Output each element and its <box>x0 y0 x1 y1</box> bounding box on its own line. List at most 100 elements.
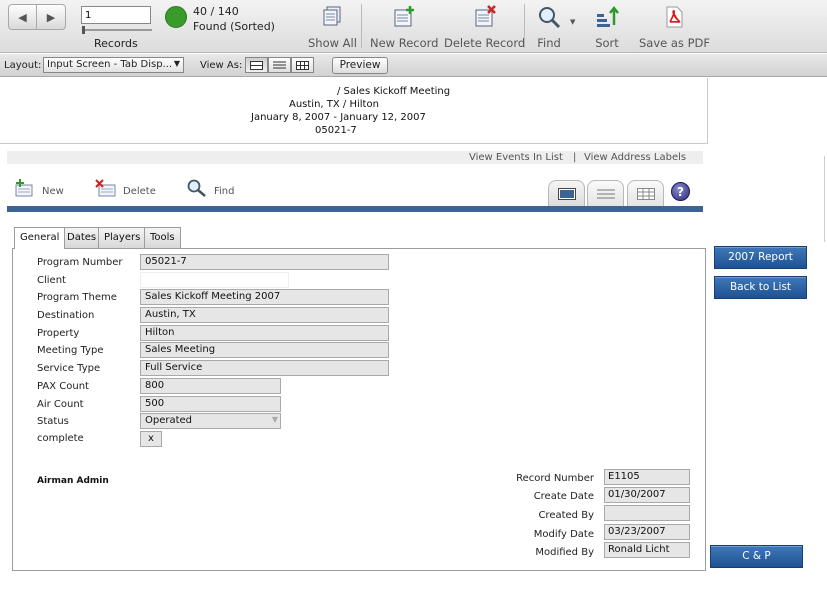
program-theme-field[interactable]: Sales Kickoff Meeting 2007 <box>140 289 389 305</box>
found-pie-icon <box>165 6 187 28</box>
table-view-icon <box>636 187 655 200</box>
magnifier-icon <box>187 179 206 197</box>
layout-dropdown[interactable]: Input Screen - Tab Disp... ▼ <box>43 57 184 73</box>
tab-players[interactable]: Players <box>98 227 147 248</box>
tab-dates[interactable]: Dates <box>61 227 103 248</box>
view-as-label: View As: <box>200 60 243 71</box>
service-type-label: Service Type <box>37 363 101 374</box>
view-as-table-button[interactable] <box>291 57 314 73</box>
new-action-button[interactable]: New <box>14 179 64 197</box>
find-button[interactable]: Find <box>536 4 562 50</box>
client-field[interactable] <box>140 272 289 288</box>
form-view-icon <box>557 187 576 200</box>
status-toolbar: ◀ ▶ Records 40 / 140 Found (Sorted) Show… <box>0 0 827 53</box>
window-edge-divider <box>824 156 825 242</box>
client-label: Client <box>37 275 66 286</box>
report-2007-button[interactable]: 2007 Report <box>714 246 807 269</box>
meeting-type-label: Meeting Type <box>37 345 104 356</box>
table-view-tab[interactable] <box>627 180 664 206</box>
modify-date-field[interactable]: 03/23/2007 <box>604 524 690 540</box>
show-all-button[interactable]: Show All <box>308 4 357 50</box>
record-slider-handle[interactable] <box>82 26 85 34</box>
tab-tools[interactable]: Tools <box>144 227 181 248</box>
view-as-form-button[interactable] <box>245 57 268 73</box>
current-record-input[interactable] <box>81 6 151 24</box>
program-theme-label: Program Theme <box>37 292 117 303</box>
delete-record-icon <box>472 4 498 30</box>
modify-date-label: Modify Date <box>533 529 594 540</box>
back-to-list-button[interactable]: Back to List <box>714 276 807 299</box>
save-as-pdf-button[interactable]: Save as PDF <box>639 4 710 50</box>
view-as-list-button[interactable] <box>268 57 291 73</box>
property-field[interactable]: Hilton <box>140 325 389 341</box>
found-sorted-label: Found (Sorted) <box>193 20 275 33</box>
summary-location: Austin, TX / Hilton <box>289 99 379 110</box>
delete-record-button[interactable]: Delete Record <box>444 4 525 50</box>
record-number-label: Record Number <box>516 473 594 484</box>
previous-record-button[interactable]: ◀ <box>9 5 37 29</box>
summary-title: / Sales Kickoff Meeting <box>337 86 451 97</box>
destination-label: Destination <box>37 310 95 321</box>
toolbar-divider <box>524 4 525 48</box>
property-label: Property <box>37 328 80 339</box>
record-slider-track[interactable] <box>82 29 152 31</box>
table-view-icon <box>296 60 309 70</box>
help-icon[interactable]: ? <box>671 182 690 201</box>
status-dropdown-value: Operated <box>145 415 193 426</box>
create-date-label: Create Date <box>533 491 594 502</box>
link-bar: View Events In List | View Address Label… <box>7 151 703 164</box>
destination-field[interactable]: Austin, TX <box>140 307 389 323</box>
sort-icon <box>594 4 620 30</box>
new-record-icon <box>15 179 33 197</box>
meeting-type-field[interactable]: Sales Meeting <box>140 342 389 358</box>
new-record-button[interactable]: New Record <box>370 4 438 50</box>
complete-label: complete <box>37 433 84 444</box>
pax-count-label: PAX Count <box>37 381 89 392</box>
program-number-field[interactable]: 05021-7 <box>140 254 389 270</box>
status-dropdown[interactable]: Operated ▼ <box>140 413 281 429</box>
list-view-icon <box>596 189 615 198</box>
view-address-labels-link[interactable]: View Address Labels <box>584 152 686 163</box>
list-view-icon <box>273 61 286 68</box>
new-record-icon <box>391 4 417 30</box>
find-dropdown-caret-icon[interactable]: ▼ <box>570 18 575 26</box>
created-by-field[interactable] <box>604 505 690 521</box>
accent-divider <box>7 206 703 212</box>
service-type-field[interactable]: Full Service <box>140 360 389 376</box>
air-count-field[interactable]: 500 <box>140 396 281 412</box>
records-label: Records <box>94 37 138 50</box>
show-all-icon <box>319 4 345 30</box>
form-view-tab[interactable] <box>548 180 585 206</box>
preview-button[interactable]: Preview <box>332 57 388 74</box>
link-separator: | <box>573 152 577 163</box>
pdf-icon <box>661 4 687 30</box>
found-count: 40 / 140 <box>193 5 239 18</box>
create-date-field[interactable]: 01/30/2007 <box>604 487 690 503</box>
delete-action-button[interactable]: Delete <box>95 179 156 197</box>
find-action-button[interactable]: Find <box>186 179 235 197</box>
program-number-label: Program Number <box>37 257 123 268</box>
chevron-down-icon: ▼ <box>173 59 180 68</box>
view-events-link[interactable]: View Events In List <box>469 152 563 163</box>
status-label: Status <box>37 416 69 427</box>
chevron-right-icon: ▶ <box>46 10 56 24</box>
summary-program-number: 05021-7 <box>315 125 357 136</box>
admin-user-text: Airman Admin <box>37 476 109 486</box>
modified-by-label: Modified By <box>535 547 594 558</box>
tab-general[interactable]: General <box>14 227 66 249</box>
modified-by-field[interactable]: Ronald Licht <box>604 542 690 558</box>
form-view-icon <box>250 60 263 70</box>
sort-button[interactable]: Sort <box>594 4 620 50</box>
list-view-tab[interactable] <box>587 180 624 206</box>
toolbar-divider <box>361 4 362 48</box>
next-record-button[interactable]: ▶ <box>37 5 65 29</box>
c-and-p-button[interactable]: C & P <box>710 545 803 568</box>
pax-count-field[interactable]: 800 <box>140 378 281 394</box>
chevron-left-icon: ◀ <box>18 10 27 24</box>
record-number-field[interactable]: E1105 <box>604 469 690 485</box>
record-summary-header: / Sales Kickoff Meeting Austin, TX / Hil… <box>0 78 708 144</box>
complete-field[interactable]: x <box>140 431 162 447</box>
delete-record-icon <box>95 179 116 197</box>
magnifier-icon <box>536 4 562 30</box>
layout-label: Layout: <box>4 60 42 71</box>
